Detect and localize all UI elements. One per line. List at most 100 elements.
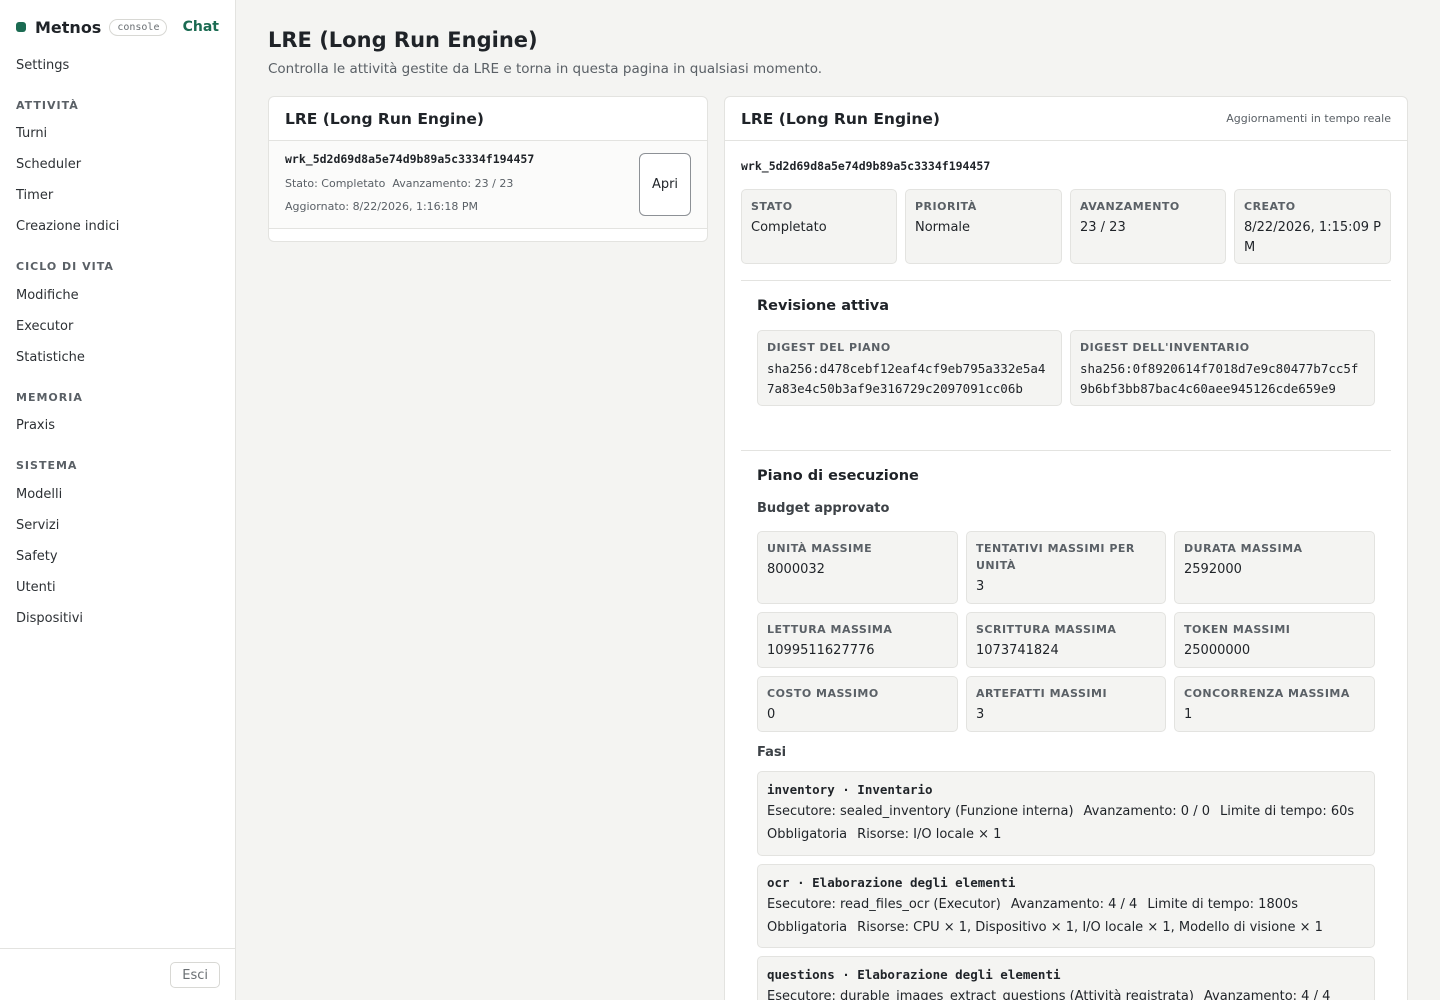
budget-scrittura-massima: SCRITTURA MASSIMA 1073741824 — [966, 612, 1166, 668]
phase-requirements: Obbligatoria Risorse: I/O locale × 1 — [767, 823, 1365, 846]
brand-name: Metnos — [35, 17, 102, 37]
chat-link[interactable]: Chat — [183, 19, 219, 35]
phase-progress: Avanzamento: 0 / 0 — [1083, 804, 1210, 819]
detail-task-id: wrk_5d2d69d8a5e74d9b89a5c3334f194457 — [741, 159, 991, 173]
sidebar-item-praxis[interactable]: Praxis — [16, 418, 55, 433]
task-detail-panel: LRE (Long Run Engine) Aggiornamenti in t… — [724, 96, 1408, 1000]
budget-label: ARTEFATTI MASSIMI — [976, 687, 1108, 700]
phase-executor: Esecutore: sealed_inventory (Funzione in… — [767, 804, 1074, 819]
sidebar-section-ciclo-di-vita: CICLO DI VITA — [16, 260, 114, 273]
logout-button[interactable]: Esci — [170, 962, 220, 988]
budget-lettura-massima: LETTURA MASSIMA 1099511627776 — [757, 612, 958, 668]
phase-time-limit: Limite di tempo: 1800s — [1147, 897, 1299, 912]
stat-label: CREATO — [1244, 200, 1296, 213]
budget-value: 25000000 — [1184, 643, 1251, 658]
stat-value: 23 / 23 — [1080, 220, 1126, 235]
stat-stato: STATO Completato — [741, 189, 897, 264]
brand-bar: Metnos console Chat — [16, 16, 219, 38]
budget-value: 1073741824 — [976, 643, 1059, 658]
page-title: LRE (Long Run Engine) — [268, 28, 538, 52]
sidebar-item-executor[interactable]: Executor — [16, 319, 73, 334]
budget-label: CONCORRENZA MASSIMA — [1184, 687, 1350, 700]
revision-title: Revisione attiva — [757, 298, 890, 314]
phase-details: Esecutore: read_files_ocr (Executor) Avan… — [767, 893, 1365, 916]
phase-resources: Risorse: CPU × 1, Dispositivo × 1, I/O l… — [857, 920, 1323, 935]
logo-icon — [16, 22, 26, 32]
task-updated: Aggiornato: 8/22/2026, 1:16:18 PM — [285, 200, 478, 213]
inventory-digest-box: DIGEST DELL'INVENTARIO sha256:0f8920614f… — [1070, 330, 1375, 406]
budget-token-massimi: TOKEN MASSIMI 25000000 — [1174, 612, 1375, 668]
stat-creato: CREATO 8/22/2026, 1:15:09 PM — [1234, 189, 1391, 264]
budget-tentativi-massimi: TENTATIVI MASSIMI PER UNITÀ 3 — [966, 531, 1166, 604]
phase-executor: Esecutore: read_files_ocr (Executor) — [767, 897, 1001, 912]
phase-time-limit: Limite di tempo: 60s — [1220, 804, 1355, 819]
sidebar-item-scheduler[interactable]: Scheduler — [16, 157, 81, 172]
inventory-digest-label: DIGEST DELL'INVENTARIO — [1080, 341, 1250, 354]
sidebar-item-modifiche[interactable]: Modifiche — [16, 288, 79, 303]
phase-title: ocr · Elaborazione degli elementi — [767, 875, 1016, 890]
budget-value: 1099511627776 — [767, 643, 875, 658]
stat-value: Completato — [751, 220, 827, 235]
sidebar: Metnos console Chat Settings ATTIVITÀ Tu… — [0, 0, 236, 1000]
phase-title: inventory · Inventario — [767, 782, 933, 797]
budget-label: SCRITTURA MASSIMA — [976, 623, 1117, 636]
task-status-line: Stato: Completato Avanzamento: 23 / 23 — [285, 177, 513, 190]
stat-value: 8/22/2026, 1:15:09 PM — [1244, 220, 1382, 255]
phases-title: Fasi — [757, 745, 787, 760]
stat-label: STATO — [751, 200, 793, 213]
task-detail-header: LRE (Long Run Engine) Aggiornamenti in t… — [725, 97, 1407, 141]
open-task-button[interactable]: Apri — [639, 153, 691, 216]
plan-title: Piano di esecuzione — [757, 468, 919, 484]
sidebar-item-utenti[interactable]: Utenti — [16, 580, 56, 595]
budget-value: 2592000 — [1184, 562, 1242, 577]
budget-value: 8000032 — [767, 562, 825, 577]
phase-executor: Esecutore: durable_images_extract_questi… — [767, 989, 1194, 1000]
stat-label: PRIORITÀ — [915, 200, 977, 213]
budget-label: LETTURA MASSIMA — [767, 623, 893, 636]
sidebar-item-dispositivi[interactable]: Dispositivi — [16, 611, 83, 626]
sidebar-section-memoria: MEMORIA — [16, 391, 83, 404]
budget-unita-massime: UNITÀ MASSIME 8000032 — [757, 531, 958, 604]
phase-details: Esecutore: durable_images_extract_questi… — [767, 985, 1365, 1000]
sidebar-item-turni[interactable]: Turni — [16, 126, 47, 141]
phase-required: Obbligatoria — [767, 827, 848, 842]
budget-artefatti-massimi: ARTEFATTI MASSIMI 3 — [966, 676, 1166, 732]
phase-resources: Risorse: I/O locale × 1 — [857, 827, 1002, 842]
sidebar-item-servizi[interactable]: Servizi — [16, 518, 59, 533]
sidebar-item-safety[interactable]: Safety — [16, 549, 58, 564]
live-updates-note: Aggiornamenti in tempo reale — [1226, 112, 1391, 125]
budget-label: DURATA MASSIMA — [1184, 542, 1303, 555]
stat-avanzamento: AVANZAMENTO 23 / 23 — [1070, 189, 1226, 264]
divider — [741, 280, 1391, 281]
stat-label: AVANZAMENTO — [1080, 200, 1180, 213]
plan-digest-value: sha256:d478cebf12eaf4cf9eb795a332e5a47a8… — [767, 361, 1046, 396]
budget-concorrenza-massima: CONCORRENZA MASSIMA 1 — [1174, 676, 1375, 732]
budget-costo-massimo: COSTO MASSIMO 0 — [757, 676, 958, 732]
phase-required: Obbligatoria — [767, 920, 848, 935]
sidebar-item-settings[interactable]: Settings — [16, 58, 69, 73]
task-id: wrk_5d2d69d8a5e74d9b89a5c3334f194457 — [285, 152, 535, 166]
task-list-title: LRE (Long Run Engine) — [285, 109, 484, 128]
sidebar-item-modelli[interactable]: Modelli — [16, 487, 62, 502]
sidebar-item-timer[interactable]: Timer — [16, 188, 53, 203]
sidebar-item-creazione-indici[interactable]: Creazione indici — [16, 219, 119, 234]
phase-item-ocr: ocr · Elaborazione degli elementi Esecut… — [757, 864, 1375, 948]
sidebar-footer: Esci — [0, 948, 236, 1000]
stat-value: Normale — [915, 220, 971, 235]
task-detail-title: LRE (Long Run Engine) — [741, 109, 940, 128]
plan-digest-box: DIGEST DEL PIANO sha256:d478cebf12eaf4cf… — [757, 330, 1062, 406]
budget-value: 3 — [976, 579, 985, 594]
inventory-digest-value: sha256:0f8920614f7018d7e9c80477b7cc5f9b6… — [1080, 361, 1359, 396]
phase-title: questions · Elaborazione degli elementi — [767, 967, 1061, 982]
phase-requirements: Obbligatoria Risorse: CPU × 1, Dispositiv… — [767, 916, 1365, 939]
budget-durata-massima: DURATA MASSIMA 2592000 — [1174, 531, 1375, 604]
sidebar-item-statistiche[interactable]: Statistiche — [16, 350, 85, 365]
plan-digest-label: DIGEST DEL PIANO — [767, 341, 891, 354]
phase-item-inventory: inventory · Inventario Esecutore: sealed… — [757, 771, 1375, 856]
task-list-item[interactable]: wrk_5d2d69d8a5e74d9b89a5c3334f194457 Sta… — [269, 141, 707, 229]
task-list-panel: LRE (Long Run Engine) wrk_5d2d69d8a5e74d… — [268, 96, 708, 242]
budget-label: TENTATIVI MASSIMI PER UNITÀ — [976, 542, 1135, 572]
phase-item-questions: questions · Elaborazione degli elementi … — [757, 956, 1375, 1000]
task-list-header: LRE (Long Run Engine) — [269, 97, 707, 141]
budget-title: Budget approvato — [757, 501, 890, 516]
